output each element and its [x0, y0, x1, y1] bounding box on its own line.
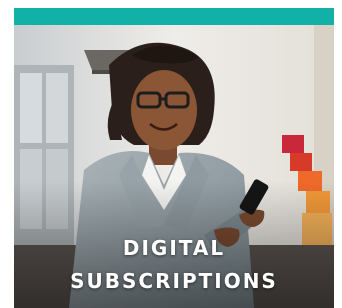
- woman-with-phone-illustration: [14, 25, 334, 308]
- promo-photo: DIGITAL SUBSCRIPTIONS: [14, 25, 334, 308]
- caption-title-line-1: DIGITAL: [122, 236, 226, 260]
- caption-title-line-2: SUBSCRIPTIONS: [70, 269, 278, 293]
- promo-card[interactable]: DIGITAL SUBSCRIPTIONS: [0, 0, 342, 308]
- accent-bar: [14, 8, 334, 25]
